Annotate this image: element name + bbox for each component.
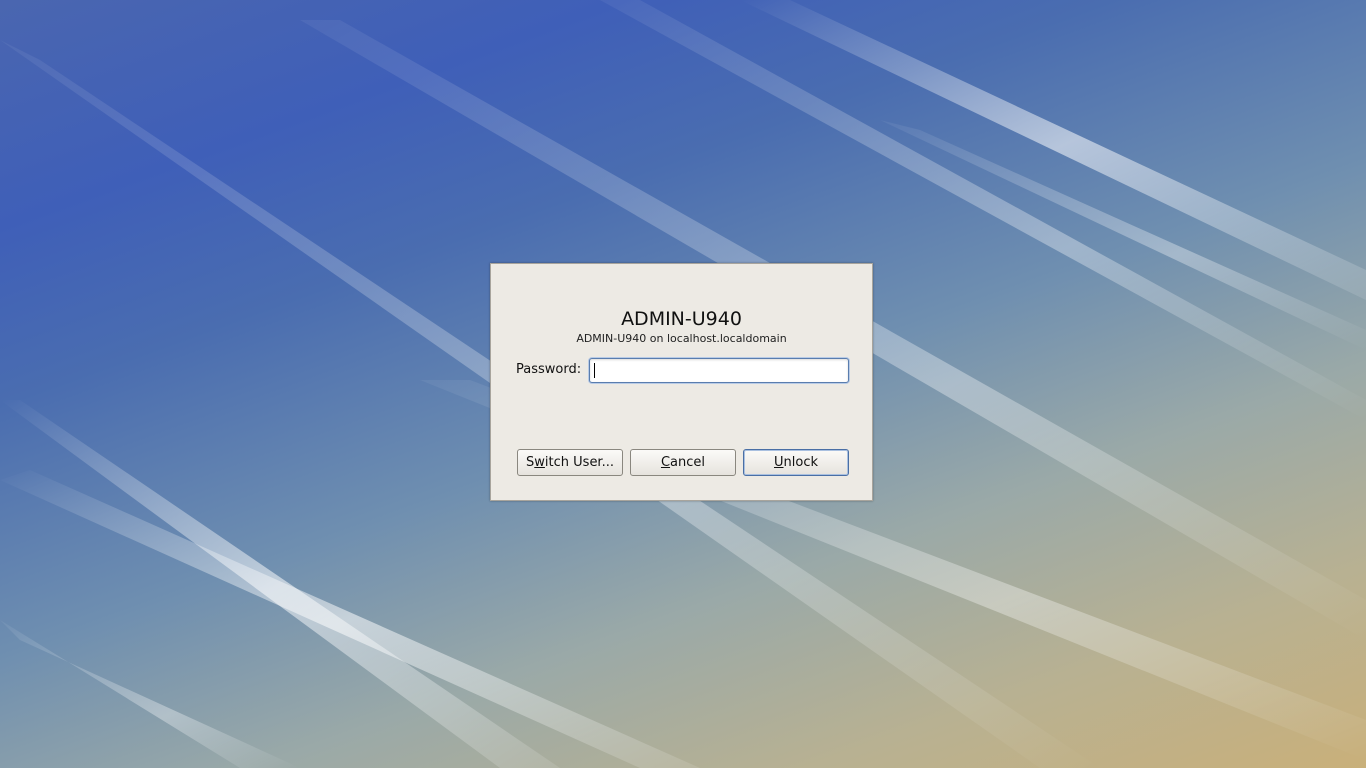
switch-user-mnemonic: w [534,455,545,470]
unlock-label-post: nlock [783,455,818,470]
user-host-subtitle: ADMIN-U940 on localhost.localdomain [576,332,787,345]
unlock-dialog: ADMIN-U940 ADMIN-U940 on localhost.local… [490,263,873,501]
unlock-mnemonic: U [774,455,784,470]
cancel-button[interactable]: Cancel [630,449,736,476]
user-name-title: ADMIN-U940 [621,308,742,330]
cancel-mnemonic: C [660,455,671,470]
cancel-label-post: ancel [670,455,706,470]
unlock-button[interactable]: Unlock [743,449,849,476]
switch-user-button[interactable]: Switch User... [517,449,623,476]
text-cursor [594,363,595,378]
desktop-background: ADMIN-U940 ADMIN-U940 on localhost.local… [0,0,1366,768]
password-label: Password: [516,362,582,377]
password-input[interactable] [589,358,849,383]
switch-user-label-post: itch User... [544,455,614,470]
